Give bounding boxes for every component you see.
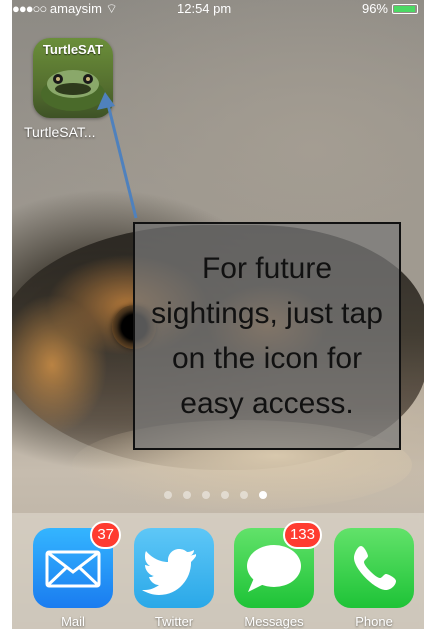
messages-badge: 133 — [282, 521, 322, 549]
iphone-home-screen: ●●●○○ amaysim ⌔ 12:54 pm 96% TurtleSAT T… — [12, 0, 424, 629]
mail-app-icon[interactable]: 37 — [33, 521, 121, 608]
twitter-label: Twitter — [154, 614, 194, 629]
dock: 37 Mail Twitter 133 Messages Phone — [12, 513, 424, 629]
phone-app-icon[interactable] — [334, 528, 414, 608]
mail-badge: 37 — [90, 521, 121, 549]
instruction-callout: For future sightings, just tap on the ic… — [133, 222, 401, 450]
page-dot — [221, 491, 229, 499]
page-dot — [164, 491, 172, 499]
page-dot — [240, 491, 248, 499]
phone-handset-icon — [354, 546, 396, 590]
callout-text: For future sightings, just tap on the ic… — [151, 252, 383, 420]
page-indicator[interactable] — [164, 491, 267, 499]
page-dot — [259, 491, 267, 499]
page-dot — [183, 491, 191, 499]
twitter-app-icon[interactable] — [134, 528, 214, 608]
twitter-bird-icon — [142, 549, 196, 595]
messages-app-icon[interactable]: 133 — [234, 521, 322, 608]
messages-label: Messages — [244, 614, 304, 629]
phone-label: Phone — [355, 614, 393, 629]
page-dot — [202, 491, 210, 499]
mail-label: Mail — [61, 614, 85, 629]
